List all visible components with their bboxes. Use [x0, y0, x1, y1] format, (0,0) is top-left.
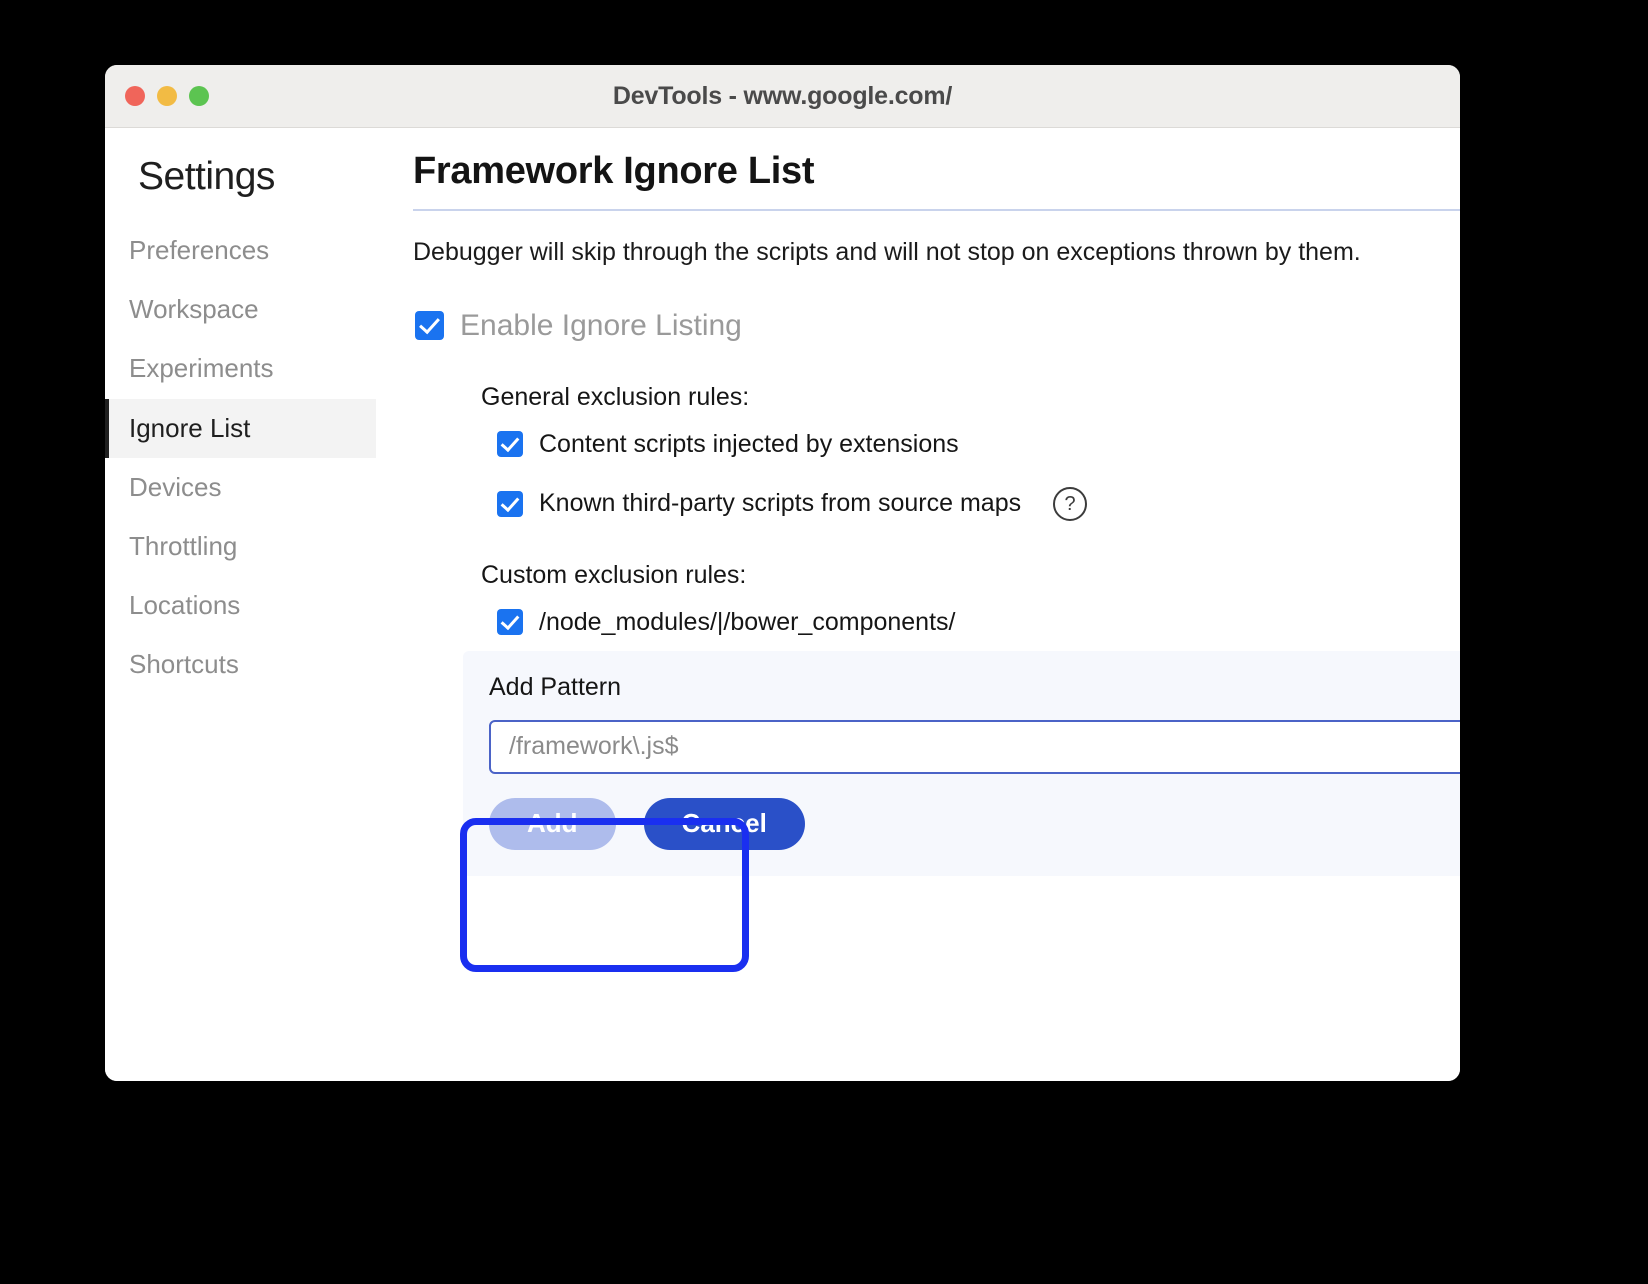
- minimize-window-button[interactable]: [157, 86, 177, 106]
- sidebar-item-label: Throttling: [129, 531, 237, 561]
- devtools-window: DevTools - www.google.com/ Settings Pref…: [105, 65, 1460, 1081]
- enable-ignore-listing-row[interactable]: Enable Ignore Listing: [415, 309, 1460, 343]
- custom-rule-row[interactable]: /node_modules/|/bower_components/: [497, 608, 1460, 637]
- sidebar-item-label: Experiments: [129, 353, 274, 383]
- sidebar-item-locations[interactable]: Locations: [105, 576, 376, 635]
- rule-content-scripts-row[interactable]: Content scripts injected by extensions: [497, 430, 1460, 459]
- add-pattern-label: Add Pattern: [489, 673, 1460, 702]
- sidebar-item-throttling[interactable]: Throttling: [105, 517, 376, 576]
- close-window-button[interactable]: [125, 86, 145, 106]
- window-title: DevTools - www.google.com/: [105, 82, 1460, 111]
- sidebar-item-label: Workspace: [129, 294, 259, 324]
- panel-description: Debugger will skip through the scripts a…: [413, 235, 1448, 271]
- help-icon[interactable]: ?: [1053, 487, 1087, 521]
- add-pattern-input[interactable]: [489, 720, 1460, 774]
- rule-content-scripts-label: Content scripts injected by extensions: [539, 430, 959, 459]
- enable-ignore-listing-checkbox[interactable]: [415, 311, 444, 340]
- title-divider: [413, 209, 1460, 211]
- settings-sidebar: Settings Preferences Workspace Experimen…: [105, 128, 377, 1081]
- sidebar-item-label: Ignore List: [129, 413, 250, 443]
- rule-third-party-row[interactable]: Known third-party scripts from source ma…: [497, 487, 1460, 521]
- add-pattern-button[interactable]: Add: [489, 798, 616, 850]
- ignore-list-panel: Framework Ignore List Debugger will skip…: [377, 128, 1460, 1081]
- enable-ignore-listing-label: Enable Ignore Listing: [460, 309, 742, 343]
- sidebar-item-ignore-list[interactable]: Ignore List: [105, 399, 376, 458]
- sidebar-item-label: Preferences: [129, 235, 269, 265]
- add-pattern-actions: Add Cancel: [489, 798, 1460, 850]
- window-traffic-lights: [125, 86, 209, 106]
- cancel-pattern-button[interactable]: Cancel: [644, 798, 805, 850]
- sidebar-item-workspace[interactable]: Workspace: [105, 280, 376, 339]
- rule-third-party-checkbox[interactable]: [497, 491, 523, 517]
- custom-exclusion-heading: Custom exclusion rules:: [481, 561, 1460, 590]
- sidebar-item-label: Devices: [129, 472, 221, 502]
- sidebar-item-experiments[interactable]: Experiments: [105, 339, 376, 398]
- zoom-window-button[interactable]: [189, 86, 209, 106]
- window-titlebar: DevTools - www.google.com/: [105, 65, 1460, 128]
- general-exclusion-heading: General exclusion rules:: [481, 383, 1460, 412]
- add-pattern-card: Add Pattern Add Cancel: [463, 651, 1460, 876]
- rule-third-party-label: Known third-party scripts from source ma…: [539, 489, 1021, 518]
- sidebar-item-shortcuts[interactable]: Shortcuts: [105, 635, 376, 694]
- settings-dialog: Settings Preferences Workspace Experimen…: [105, 128, 1460, 1081]
- sidebar-item-preferences[interactable]: Preferences: [105, 221, 376, 280]
- sidebar-item-label: Shortcuts: [129, 649, 239, 679]
- rule-content-scripts-checkbox[interactable]: [497, 431, 523, 457]
- close-settings-button[interactable]: [1457, 136, 1460, 180]
- custom-rule-label: /node_modules/|/bower_components/: [539, 608, 955, 637]
- page-title: Framework Ignore List: [413, 150, 1460, 193]
- custom-rule-checkbox[interactable]: [497, 609, 523, 635]
- settings-title: Settings: [105, 155, 376, 199]
- sidebar-item-label: Locations: [129, 590, 240, 620]
- sidebar-item-devices[interactable]: Devices: [105, 458, 376, 517]
